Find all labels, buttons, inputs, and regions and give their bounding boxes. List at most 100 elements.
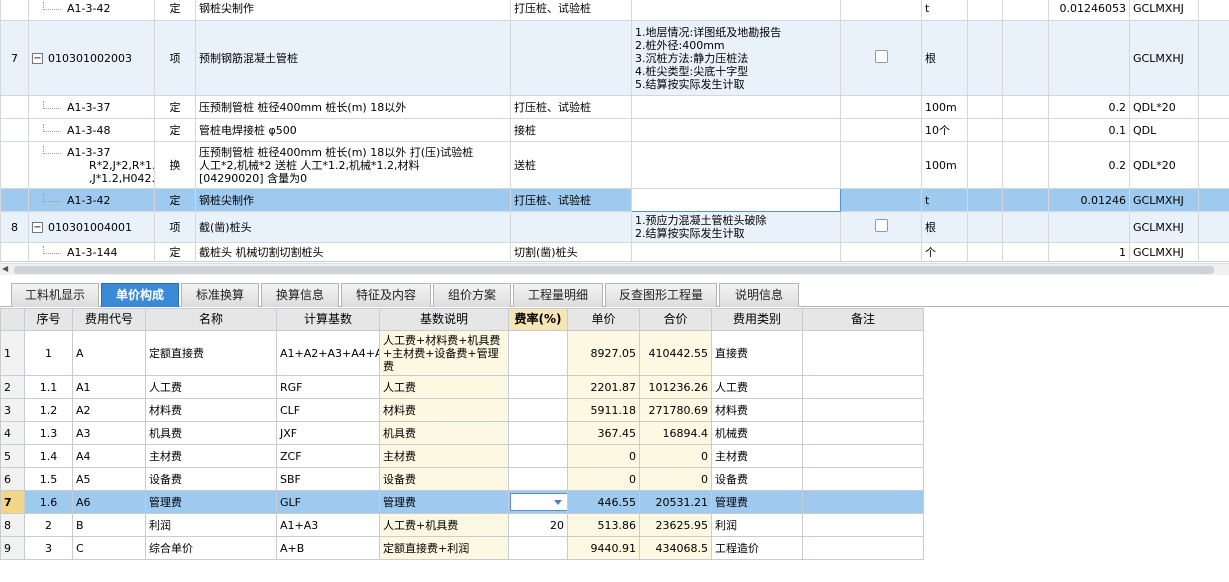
horizontal-scrollbar[interactable]: ◀ — [0, 263, 1229, 275]
bill-row[interactable]: A1-3-42 定钢桩尖制作 打压桩、试验桩 t 0.01246 GCLMXHJ — [0, 188, 1229, 212]
item-name[interactable]: 压预制管桩 桩径400mm 桩长(m) 18以外 — [195, 95, 511, 119]
remark[interactable] — [802, 444, 924, 468]
quantity-expression[interactable]: QDL — [1129, 118, 1199, 142]
quantity-expression[interactable]: GCLMXHJ — [1129, 188, 1199, 212]
work-content[interactable]: 打压桩、试验桩 — [510, 95, 632, 119]
calculation-base[interactable]: CLF — [276, 398, 380, 422]
quantity-expression[interactable]: QDL*20 — [1129, 95, 1199, 119]
calculation-base[interactable]: GLF — [276, 490, 380, 514]
item-code-cell[interactable]: A1-3-37R*2,J*2,R*1.2,J*1.2,H042… — [28, 141, 155, 189]
item-name[interactable]: 管桩电焊接桩 φ500 — [195, 118, 511, 142]
item-code-cell[interactable]: A1-3-37 — [28, 95, 155, 119]
fee-name[interactable]: 主材费 — [145, 444, 277, 468]
price-row[interactable]: 7 1.6 A6 管理费 GLF 管理费 446.55 20531.21 管理费 — [0, 490, 924, 514]
item-code-cell[interactable]: A1-3-42 — [28, 0, 155, 21]
item-code-cell[interactable]: A1-3-144 — [28, 242, 155, 261]
fee-code[interactable]: A1 — [72, 375, 146, 399]
price-row[interactable]: 9 3 C 综合单价 A+B 定额直接费+利润 9440.91 434068.5 工程造价 — [0, 536, 924, 560]
fee-category[interactable]: 工程造价 — [711, 536, 803, 560]
fee-name[interactable]: 人工费 — [145, 375, 277, 399]
price-row[interactable]: 8 2 B 利润 A1+A3 人工费+机具费 20 513.86 23625.95 利润 — [0, 513, 924, 537]
work-content[interactable] — [510, 211, 632, 243]
lock-checkbox-cell[interactable] — [840, 242, 922, 261]
tab-7[interactable]: 工程量明细 — [513, 283, 603, 307]
collapse-icon[interactable]: − — [32, 222, 43, 233]
quantity[interactable]: 0.2 — [1048, 95, 1130, 119]
tab-5[interactable]: 特征及内容 — [341, 283, 431, 307]
collapse-icon[interactable]: − — [32, 53, 43, 64]
fee-rate[interactable] — [508, 421, 568, 445]
calculation-base[interactable]: A+B — [276, 536, 380, 560]
fee-code[interactable]: A4 — [72, 444, 146, 468]
remark[interactable] — [802, 421, 924, 445]
fee-name[interactable]: 综合单价 — [145, 536, 277, 560]
fee-name[interactable]: 管理费 — [145, 490, 277, 514]
item-feature[interactable]: 1.地层情况:详图纸及地勘报告 2.桩外径:400mm 3.沉桩方法:静力压桩法 4.… — [631, 20, 841, 96]
bill-row[interactable]: A1-3-37 定压预制管桩 桩径400mm 桩长(m) 18以外 打压桩、试验桩 1… — [0, 95, 1229, 119]
work-content[interactable]: 打压桩、试验桩 — [510, 0, 632, 21]
chevron-down-icon[interactable] — [554, 500, 562, 505]
fee-category[interactable]: 机械费 — [711, 421, 803, 445]
fee-category[interactable]: 设备费 — [711, 467, 803, 491]
tab-8[interactable]: 反查图形工程量 — [605, 283, 717, 307]
fee-category[interactable]: 直接费 — [711, 330, 803, 376]
item-code-cell[interactable]: A1-3-42 — [28, 188, 155, 212]
quantity[interactable]: 0.01246 — [1048, 188, 1130, 212]
item-code-cell[interactable]: −010301004001 — [28, 211, 155, 243]
item-code-cell[interactable]: −010301002003 — [28, 20, 155, 96]
price-row[interactable]: 2 1.1 A1 人工费 RGF 人工费 2201.87 101236.26 人工费 — [0, 375, 924, 399]
remark[interactable] — [802, 375, 924, 399]
fee-name[interactable]: 利润 — [145, 513, 277, 537]
fee-name[interactable]: 机具费 — [145, 421, 277, 445]
fee-name[interactable]: 定额直接费 — [145, 330, 277, 376]
work-content[interactable]: 送桩 — [510, 141, 632, 189]
fee-rate[interactable] — [508, 467, 568, 491]
fee-code[interactable]: A3 — [72, 421, 146, 445]
bill-row[interactable]: A1-3-144 定截桩头 机械切割切割桩头 切割(凿)桩头 个 1 GCLMXHJ — [0, 242, 1229, 261]
fee-code[interactable]: C — [72, 536, 146, 560]
bill-row[interactable]: A1-3-37R*2,J*2,R*1.2,J*1.2,H042…换压预制管桩 桩… — [0, 141, 1229, 189]
lock-checkbox-cell[interactable] — [840, 211, 922, 243]
tab-6[interactable]: 组价方案 — [433, 283, 511, 307]
calculation-base[interactable]: ZCF — [276, 444, 380, 468]
fee-code[interactable]: A6 — [72, 490, 146, 514]
lock-checkbox-cell[interactable] — [840, 188, 922, 212]
price-row[interactable]: 11A定额直接费A1+A2+A3+A4+A5+A6人工费+材料费+机具费+主材费… — [0, 330, 924, 376]
fee-category[interactable]: 人工费 — [711, 375, 803, 399]
fee-code[interactable]: A5 — [72, 467, 146, 491]
item-feature[interactable] — [631, 95, 841, 119]
quantity-expression[interactable]: GCLMXHJ — [1129, 20, 1199, 96]
fee-category[interactable]: 利润 — [711, 513, 803, 537]
fee-name[interactable]: 设备费 — [145, 467, 277, 491]
tab-3[interactable]: 标准换算 — [181, 283, 259, 307]
calculation-base[interactable]: JXF — [276, 421, 380, 445]
price-row[interactable]: 6 1.5 A5 设备费 SBF 设备费 0 0 设备费 — [0, 467, 924, 491]
remark[interactable] — [802, 536, 924, 560]
fee-code[interactable]: A — [72, 330, 146, 376]
quantity-expression[interactable]: GCLMXHJ — [1129, 242, 1199, 261]
item-name[interactable]: 预制钢筋混凝土管桩 — [195, 20, 511, 96]
remark[interactable] — [802, 398, 924, 422]
price-row[interactable]: 4 1.3 A3 机具费 JXF 机具费 367.45 16894.4 机械费 — [0, 421, 924, 445]
item-feature[interactable] — [631, 188, 841, 212]
item-name[interactable]: 压预制管桩 桩径400mm 桩长(m) 18以外 打(压)试验桩 人工*2,机械*… — [195, 141, 511, 189]
remark[interactable] — [802, 513, 924, 537]
fee-rate[interactable] — [508, 444, 568, 468]
item-feature[interactable] — [631, 118, 841, 142]
fee-name[interactable]: 材料费 — [145, 398, 277, 422]
quantity-expression[interactable]: GCLMXHJ — [1129, 0, 1199, 21]
item-feature[interactable] — [631, 242, 841, 261]
fee-rate[interactable] — [508, 398, 568, 422]
fee-rate[interactable]: 20 — [508, 513, 568, 537]
item-name[interactable]: 钢桩尖制作 — [195, 188, 511, 212]
checkbox[interactable] — [874, 219, 888, 232]
quantity[interactable]: 0.1 — [1048, 118, 1130, 142]
bill-row[interactable]: A1-3-48 定管桩电焊接桩 φ500 接桩 10个 0.1 QDL — [0, 118, 1229, 142]
lock-checkbox-cell[interactable] — [840, 0, 922, 21]
price-row[interactable]: 3 1.2 A2 材料费 CLF 材料费 5911.18 271780.69 材料费 — [0, 398, 924, 422]
lock-checkbox-cell[interactable] — [840, 118, 922, 142]
quantity-expression[interactable]: QDL*20 — [1129, 141, 1199, 189]
item-feature[interactable] — [631, 141, 841, 189]
unit-price-composition-grid[interactable]: 序号 费用代号 名称 计算基数 基数说明 费率(%) 单价 合价 费用类别 备注 1 1 A 定额直接费… — [0, 308, 924, 560]
item-feature[interactable] — [631, 0, 841, 21]
